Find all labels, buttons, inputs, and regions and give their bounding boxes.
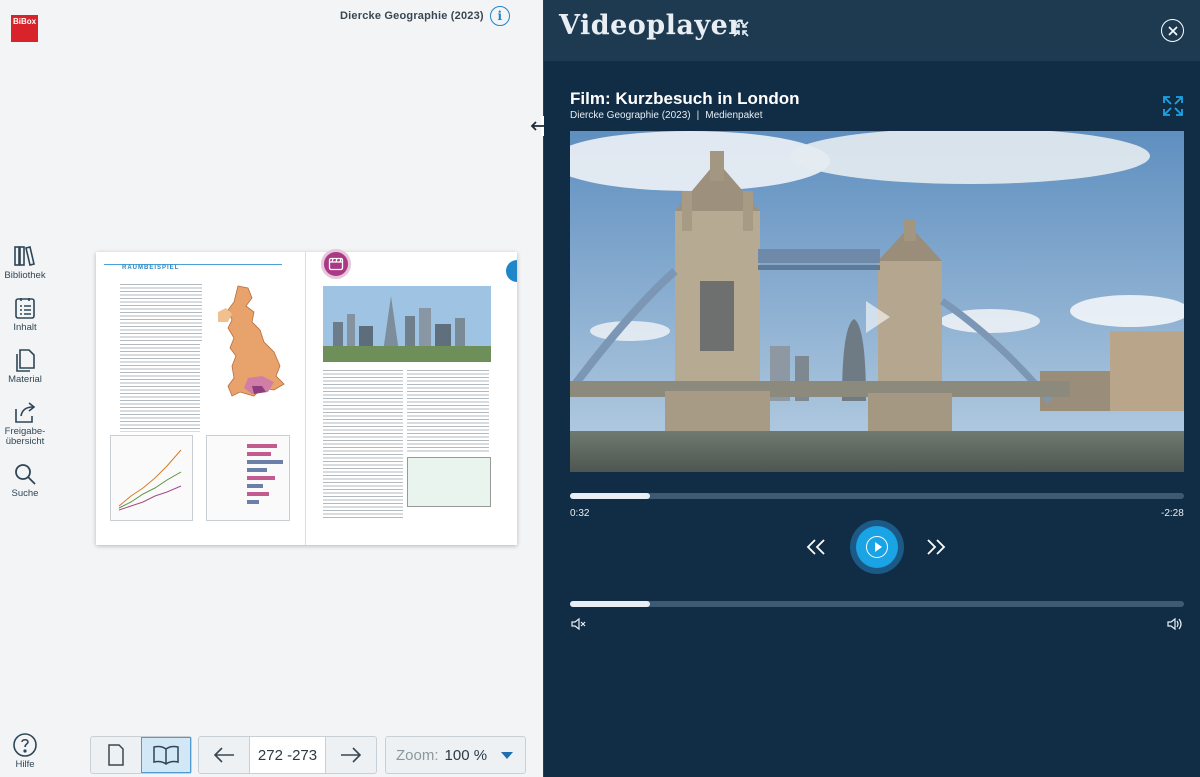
current-time: 0:32 — [570, 508, 590, 519]
film-title: Film: Kurzbesuch in London — [570, 89, 800, 108]
double-chevron-right-icon — [927, 539, 946, 555]
videoplayer-panel: Videoplayer Film: Kurzbesuch in London D… — [544, 0, 1200, 777]
video-progress-bar[interactable] — [570, 493, 1184, 499]
sidebar-nav: Bibliothek Inhalt Material Freigabe- übe… — [0, 243, 50, 513]
next-page-button[interactable] — [326, 737, 376, 773]
film-source: Diercke Geographie (2023) — [570, 110, 691, 121]
zoom-label: Zoom: — [396, 746, 439, 764]
zoom-select[interactable]: Zoom: 100 % — [385, 736, 526, 774]
film-package: Medienpaket — [705, 110, 763, 121]
page-text-block — [120, 284, 202, 342]
book-spread[interactable]: RAUMBEISPIEL — [96, 252, 517, 545]
page-text-block — [407, 370, 489, 452]
page-number-input[interactable]: 272 -273 — [249, 737, 326, 773]
section-label: RAUMBEISPIEL — [122, 265, 180, 271]
sidebar-item-label: Bibliothek — [4, 270, 46, 281]
play-overlay-icon[interactable] — [866, 301, 890, 333]
double-page-button[interactable] — [141, 737, 191, 773]
help-icon — [13, 733, 37, 757]
open-book-icon — [153, 745, 179, 765]
book-title: Diercke Geographie (2023) — [340, 10, 484, 22]
uk-map-image — [218, 285, 285, 397]
remaining-time: -2:28 — [1161, 508, 1184, 519]
volume-slider[interactable] — [570, 601, 1184, 607]
help-label: Hilfe — [15, 759, 35, 770]
book-title-bar: Diercke Geographie (2023) i — [340, 6, 510, 26]
book-page-right[interactable] — [307, 252, 517, 545]
video-progress-fill — [570, 493, 650, 499]
videoplayer-title: Videoplayer — [559, 10, 744, 41]
rewind-button[interactable] — [802, 533, 830, 561]
play-button[interactable] — [850, 520, 904, 574]
videoplayer-header: Videoplayer — [544, 0, 1200, 61]
book-page-left[interactable]: RAUMBEISPIEL — [96, 252, 306, 545]
video-frame[interactable] — [570, 131, 1184, 472]
arrow-right-icon — [341, 747, 362, 763]
media-marker-button[interactable] — [321, 249, 351, 279]
line-chart-thumbnail — [110, 435, 193, 521]
bar-chart-thumbnail — [206, 435, 290, 521]
sidebar-item-inhalt[interactable]: Inhalt — [0, 295, 50, 333]
share-icon — [15, 402, 36, 423]
double-chevron-left-icon — [806, 539, 825, 555]
sidebar-item-label: Freigabe- übersicht — [4, 426, 46, 447]
sidebar-item-label: Inhalt — [13, 322, 37, 333]
volume-icon[interactable] — [1166, 615, 1184, 633]
collapse-arrows-icon[interactable] — [732, 20, 750, 38]
subtitle-separator: | — [696, 110, 700, 121]
sidebar-item-suche[interactable]: Suche — [0, 461, 50, 499]
film-subtitle: Diercke Geographie (2023) | Medienpaket — [570, 110, 763, 121]
single-page-icon — [108, 744, 124, 766]
video-icon — [328, 257, 344, 271]
help-button[interactable]: Hilfe — [0, 732, 50, 770]
single-page-button[interactable] — [91, 737, 141, 773]
close-icon — [1167, 25, 1178, 36]
page-navigation: 272 -273 — [198, 736, 377, 774]
bibox-logo[interactable]: BiBox — [11, 15, 38, 42]
book-viewer-pane: BiBox Diercke Geographie (2023) i Biblio… — [0, 0, 543, 777]
contents-icon — [15, 298, 35, 319]
forward-button[interactable] — [922, 533, 950, 561]
search-icon — [15, 464, 36, 485]
sidebar-item-material[interactable]: Material — [0, 347, 50, 385]
sidebar-item-freigabe[interactable]: Freigabe- übersicht — [0, 399, 50, 447]
mute-icon[interactable] — [570, 616, 586, 632]
view-mode-group — [90, 736, 192, 774]
play-button-inner — [856, 526, 898, 568]
library-icon — [14, 246, 35, 266]
fullscreen-expand-icon[interactable] — [1162, 95, 1184, 117]
material-icon — [16, 349, 35, 372]
close-button[interactable] — [1161, 19, 1184, 42]
zoom-value: 100 % — [444, 746, 488, 764]
info-icon[interactable]: i — [489, 6, 510, 26]
play-icon — [866, 536, 888, 558]
page-text-block — [323, 370, 403, 520]
page-text-block — [120, 344, 200, 432]
cartoon-image — [407, 457, 491, 507]
sidebar-item-label: Suche — [11, 488, 39, 499]
previous-page-button[interactable] — [199, 737, 249, 773]
sidebar-item-bibliothek[interactable]: Bibliothek — [0, 243, 50, 281]
volume-fill — [570, 601, 650, 607]
sidebar-item-label: Material — [8, 374, 42, 385]
london-skyline-photo — [323, 286, 491, 362]
arrow-left-icon — [213, 747, 234, 763]
chevron-down-icon — [501, 751, 514, 759]
